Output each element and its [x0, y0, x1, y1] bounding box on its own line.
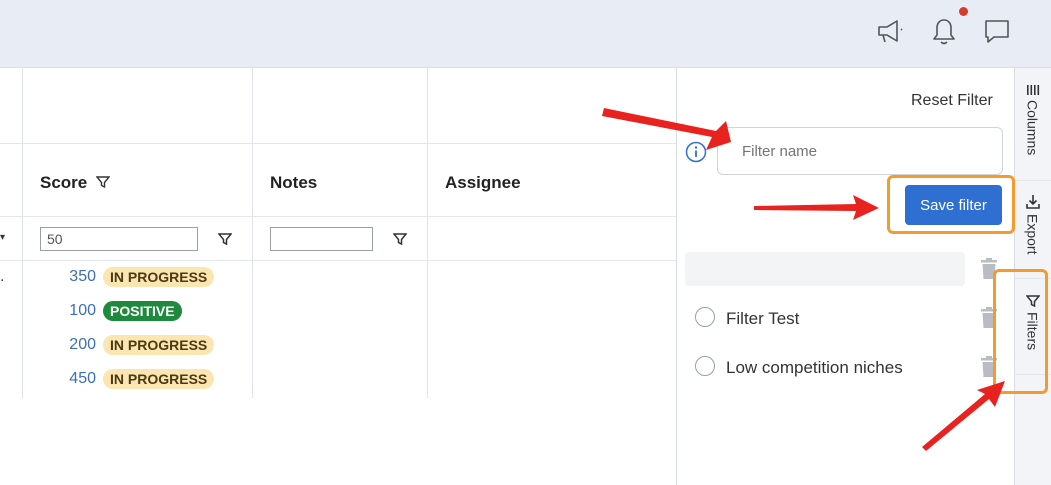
score-value: 450	[69, 370, 96, 387]
column-divider	[22, 68, 23, 398]
info-icon[interactable]	[685, 141, 707, 163]
header-divider	[0, 143, 676, 144]
status-badge: IN PROGRESS	[103, 369, 215, 389]
saved-filter-radio[interactable]	[695, 307, 715, 327]
score-value: 200	[69, 336, 96, 353]
tab-columns[interactable]: Columns	[1014, 84, 1051, 155]
table-row[interactable]: 450 IN PROGRESS	[40, 364, 215, 394]
status-badge: POSITIVE	[103, 301, 182, 321]
saved-filter-item-empty[interactable]	[685, 252, 965, 286]
column-header-score[interactable]: Score	[40, 173, 111, 193]
filter-icon[interactable]	[393, 232, 407, 246]
tab-label: Export	[1024, 214, 1041, 255]
columns-icon	[1026, 85, 1039, 95]
notes-filter-input[interactable]	[270, 227, 373, 251]
reset-filter-link[interactable]: Reset Filter	[911, 92, 993, 110]
table-row[interactable]: 100 POSITIVE	[40, 296, 182, 326]
filter-row-divider	[0, 260, 676, 261]
filter-icon[interactable]	[218, 232, 232, 246]
download-icon	[1025, 195, 1040, 209]
status-badge: IN PROGRESS	[103, 335, 215, 355]
chat-icon[interactable]	[982, 16, 1012, 46]
column-header-label: Score	[40, 173, 88, 192]
notification-dot	[959, 7, 968, 16]
score-filter-input[interactable]: 50	[40, 227, 198, 251]
status-badge: IN PROGRESS	[103, 267, 215, 287]
column-divider	[427, 68, 428, 398]
row-marker: .	[0, 268, 5, 285]
filter-name-input[interactable]	[717, 127, 1003, 175]
filter-icon	[95, 176, 111, 189]
tab-divider	[1014, 180, 1051, 181]
tab-label: Columns	[1024, 100, 1041, 156]
score-value: 100	[69, 302, 96, 319]
table-row[interactable]: 350 IN PROGRESS	[40, 262, 215, 292]
tab-export[interactable]: Export	[1014, 194, 1051, 254]
collapsed-column-chevron-icon[interactable]: ▾	[0, 232, 5, 243]
column-divider	[252, 68, 253, 398]
save-button-highlight	[887, 175, 1015, 234]
column-header-notes[interactable]: Notes	[270, 173, 317, 193]
column-header-assignee[interactable]: Assignee	[445, 173, 521, 193]
bell-icon[interactable]	[929, 16, 959, 46]
saved-filter-label[interactable]: Filter Test	[726, 309, 799, 329]
saved-filter-radio[interactable]	[695, 356, 715, 376]
saved-filter-label[interactable]: Low competition niches	[726, 358, 903, 378]
table-row[interactable]: 200 IN PROGRESS	[40, 330, 215, 360]
megaphone-icon[interactable]	[875, 16, 905, 46]
header-divider	[0, 216, 676, 217]
filters-tab-highlight	[993, 269, 1048, 394]
score-value: 350	[69, 268, 96, 285]
